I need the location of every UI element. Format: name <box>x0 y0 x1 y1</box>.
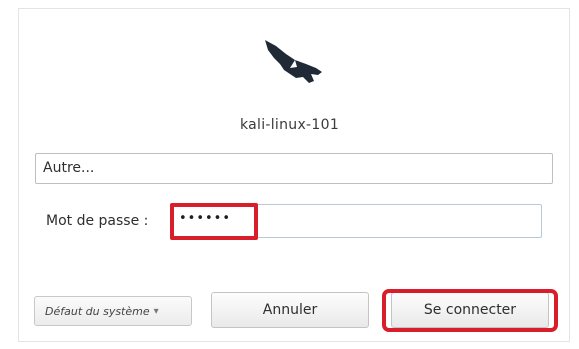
chevron-down-icon: ▾ <box>153 305 159 317</box>
session-selector[interactable]: Défaut du système ▾ <box>34 296 192 326</box>
username-field[interactable]: Autre... <box>35 153 553 184</box>
hostname-label: kali-linux-101 <box>239 117 340 133</box>
session-label: Défaut du système <box>45 304 150 318</box>
password-highlight-box <box>170 203 258 240</box>
password-label: Mot de passe : <box>46 213 149 229</box>
login-highlight-box <box>382 289 558 332</box>
login-screen: kali-linux-101 Autre... Mot de passe : •… <box>0 0 579 349</box>
cancel-button[interactable]: Annuler <box>211 292 369 328</box>
kali-dragon-icon <box>265 40 322 83</box>
